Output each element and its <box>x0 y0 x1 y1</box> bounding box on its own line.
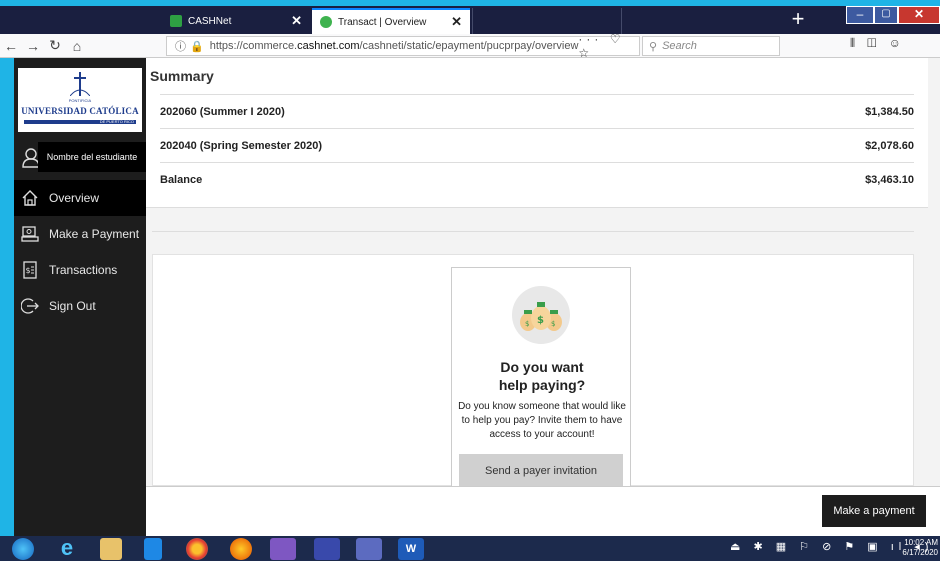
help-title: Do you want help paying? <box>498 359 586 393</box>
summary-title: Summary <box>150 68 214 84</box>
outlook-icon[interactable] <box>144 538 162 560</box>
minimize-icon[interactable]: – <box>846 6 874 24</box>
logo-name: UNIVERSIDAD CATÓLICA <box>21 106 139 116</box>
sidebar: PONTIFICIA UNIVERSIDAD CATÓLICA DE PUERT… <box>14 58 146 536</box>
toolbar-icons[interactable]: ⫴◫☺ <box>850 36 913 51</box>
window-controls: – ▢ ✕ <box>846 6 940 28</box>
info-icon[interactable]: ⓘ <box>175 38 186 54</box>
help-text: Do you know someone that would like to h… <box>458 401 626 440</box>
content-card: $ $ $ Do you want help paying? Do you kn… <box>152 254 914 488</box>
close-window-icon[interactable]: ✕ <box>898 6 940 24</box>
sidebar-item-label: Overview <box>49 191 100 205</box>
clock-time: 10:02 AM <box>904 538 938 547</box>
payment-icon <box>20 224 40 244</box>
sidebar-item-label: Sign Out <box>49 299 96 313</box>
student-name: Nombre del estudiante <box>38 142 146 172</box>
browser-nav-bar: ← → ↻ ⌂ ⓘ 🔒 https://commerce.cashnet.com… <box>0 32 940 60</box>
word-icon[interactable]: W <box>398 538 424 560</box>
main-content: Summary 202060 (Summer I 2020) $1,384.50… <box>146 58 940 536</box>
clock[interactable]: 10:02 AM 6/17/2020 <box>878 538 940 558</box>
media-app-icon[interactable] <box>314 538 340 560</box>
search-input[interactable]: ⚲ Search <box>642 36 780 56</box>
tab-label: CASHNet <box>188 15 232 27</box>
svg-text:$: $ <box>537 315 544 326</box>
new-tab-icon[interactable]: + <box>784 6 812 34</box>
summary-card: Summary 202060 (Summer I 2020) $1,384.50… <box>146 58 928 208</box>
file-explorer-icon[interactable] <box>100 538 122 560</box>
start-button-icon[interactable] <box>12 538 34 560</box>
term-amount: $1,384.50 <box>865 105 914 118</box>
screen: CASHNet ✕ Transact | Overview ✕ + – ▢ ✕ … <box>0 0 940 561</box>
term-amount: $2,078.60 <box>865 139 914 152</box>
home-icon <box>20 188 40 208</box>
sidebar-item-label: Make a Payment <box>49 227 140 241</box>
logo-small-text: PONTIFICIA <box>68 98 92 103</box>
term-label: 202040 (Spring Semester 2020) <box>160 139 323 152</box>
home-button-icon[interactable]: ⌂ <box>66 38 88 54</box>
svg-text:$: $ <box>525 320 529 328</box>
tab-bar-spacer <box>472 8 622 34</box>
svg-text:$: $ <box>26 266 31 275</box>
internet-explorer-icon[interactable]: e <box>56 537 78 560</box>
clock-date: 6/17/2020 <box>902 548 938 557</box>
balance-amount: $3,463.10 <box>865 173 914 186</box>
cashnet-favicon-icon <box>170 15 182 27</box>
reload-icon[interactable]: ↻ <box>44 37 66 54</box>
university-logo: PONTIFICIA UNIVERSIDAD CATÓLICA DE PUERT… <box>18 68 142 132</box>
make-payment-button[interactable]: Make a payment <box>822 495 926 527</box>
logo-sub-text: DE PUERTO RICO <box>99 119 134 124</box>
sidebar-item-sign-out[interactable]: Sign Out <box>14 288 146 324</box>
tab-transact-overview[interactable]: Transact | Overview ✕ <box>312 8 470 34</box>
help-paying-card: $ $ $ Do you want help paying? Do you kn… <box>451 267 631 488</box>
summary-row: 202060 (Summer I 2020) $1,384.50 <box>160 94 914 128</box>
url-bar[interactable]: ⓘ 🔒 https://commerce.cashnet.com/cashnet… <box>166 32 640 60</box>
tab-cashnet[interactable]: CASHNet ✕ <box>162 8 310 34</box>
search-placeholder: Search <box>662 40 697 52</box>
sidebar-item-label: Transactions <box>49 263 118 277</box>
firefox-icon[interactable] <box>230 538 252 560</box>
search-icon: ⚲ <box>649 40 658 53</box>
page-actions[interactable]: ··· ♡ ☆ <box>578 32 631 60</box>
section-divider <box>152 231 914 232</box>
lock-icon: 🔒 <box>190 40 204 53</box>
transactions-icon: $ <box>20 260 40 280</box>
balance-label: Balance <box>160 173 203 186</box>
forward-icon[interactable]: → <box>22 38 44 54</box>
user-row: Nombre del estudiante <box>14 142 146 172</box>
back-icon[interactable]: ← <box>0 38 22 54</box>
money-bags-icon: $ $ $ <box>512 286 570 344</box>
sidebar-item-transactions[interactable]: $ Transactions <box>14 252 146 288</box>
app-icon[interactable] <box>270 538 296 560</box>
cross-logo-icon <box>70 72 90 96</box>
balance-row: Balance $3,463.10 <box>160 162 914 196</box>
summary-row: 202040 (Spring Semester 2020) $2,078.60 <box>160 128 914 162</box>
sidebar-item-overview[interactable]: Overview <box>14 180 146 216</box>
taskbar: e W ⏏ ✱ ▦ ⚐ ⊘ ⚑ ▣ ıl ◂) 10:02 AM 6/17/20… <box>0 536 940 561</box>
maximize-icon[interactable]: ▢ <box>874 6 898 24</box>
url-text: https://commerce.cashnet.com/cashneti/st… <box>209 40 579 52</box>
send-payer-invitation-button[interactable]: Send a payer invitation <box>459 454 623 488</box>
term-label: 202060 (Summer I 2020) <box>160 105 285 118</box>
transact-favicon-icon <box>320 16 332 28</box>
network-app-icon[interactable] <box>356 538 382 560</box>
tab-label: Transact | Overview <box>338 16 427 28</box>
footer-bar: Make a payment <box>146 486 940 536</box>
tab-close-icon[interactable]: ✕ <box>291 13 302 29</box>
browser-tab-bar: CASHNet ✕ Transact | Overview ✕ + – ▢ ✕ <box>0 6 940 34</box>
chrome-icon[interactable] <box>186 538 208 560</box>
svg-text:$: $ <box>551 320 555 328</box>
sidebar-item-make-payment[interactable]: Make a Payment <box>14 216 146 252</box>
sign-out-icon <box>20 296 40 316</box>
tab-close-icon[interactable]: ✕ <box>451 14 462 30</box>
